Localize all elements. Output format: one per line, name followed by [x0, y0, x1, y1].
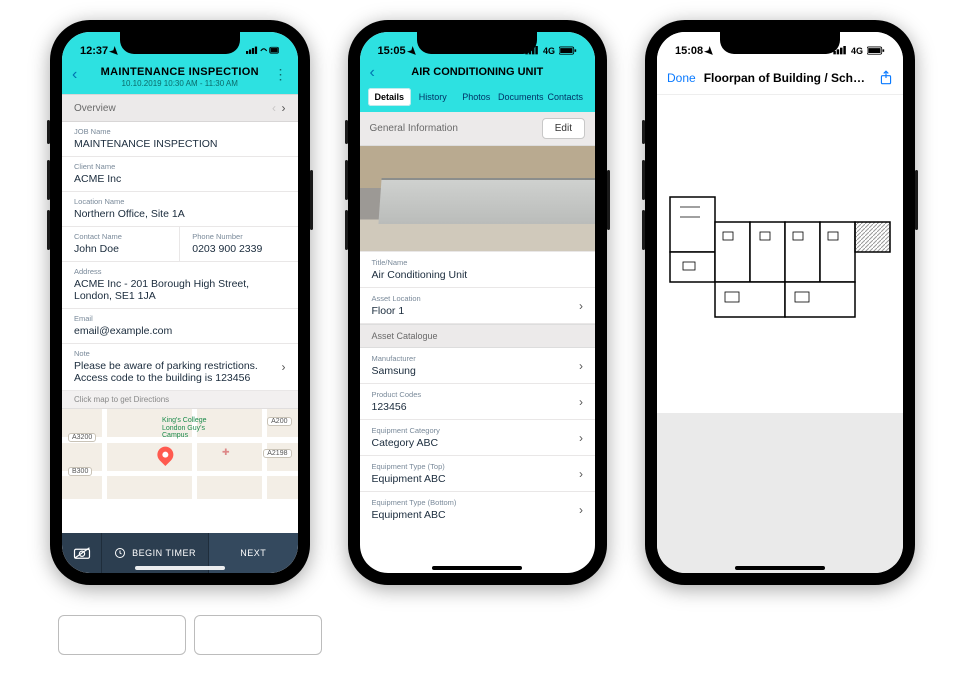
map-pin-icon — [154, 443, 177, 466]
home-indicator[interactable] — [432, 566, 522, 570]
edit-button[interactable]: Edit — [542, 118, 585, 139]
field-equipment-type-bottom[interactable]: Equipment Type (Bottom) Equipment ABC › — [360, 492, 596, 527]
field-job-name: JOB Name MAINTENANCE INSPECTION — [62, 122, 298, 157]
tab-history[interactable]: History — [411, 88, 455, 106]
header-subtitle: 10.10.2019 10:30 AM - 11:30 AM — [62, 79, 298, 88]
floorplan-image — [665, 192, 895, 322]
tab-details[interactable]: Details — [368, 88, 412, 106]
field-location-name: Location Name Northern Office, Site 1A — [62, 192, 298, 227]
map-poi-hospital: ✚ — [222, 447, 230, 458]
map-preview[interactable]: A3200 B300 A200 A2198 King's College Lon… — [62, 409, 298, 499]
phone-asset-detail: 15:05➤ 4G ‹ AIR CONDITIONING UNIT Detail… — [348, 20, 608, 585]
field-title-name: Title/Name Air Conditioning Unit — [360, 251, 596, 288]
more-menu-icon[interactable]: ⋮ — [274, 66, 288, 83]
tab-documents[interactable]: Documents — [498, 88, 544, 106]
chevron-right-icon: › — [579, 299, 583, 313]
section-asset-catalogue: Asset Catalogue — [360, 324, 596, 348]
map-poi-college: King's College London Guy's Campus — [162, 417, 222, 440]
network-label: 4G — [851, 46, 863, 56]
header-title: MAINTENANCE INSPECTION — [62, 66, 298, 78]
share-icon[interactable] — [879, 70, 893, 86]
field-phone-number: Phone Number 0203 900 2339 — [180, 227, 297, 262]
app-store-badge[interactable] — [58, 615, 186, 655]
chevron-right-icon: › — [579, 395, 583, 409]
done-button[interactable]: Done — [667, 71, 696, 85]
general-info-label: General Information — [370, 123, 458, 134]
field-contact-name: Contact Name John Doe — [62, 227, 180, 262]
store-badges — [58, 615, 322, 655]
screen-header: ‹ AIR CONDITIONING UNIT — [360, 64, 596, 84]
next-label: NEXT — [240, 548, 266, 558]
road-tag: A200 — [267, 417, 291, 426]
chevron-right-icon: › — [282, 360, 286, 374]
back-chevron-icon[interactable]: ‹ — [72, 66, 77, 84]
road-tag: B300 — [68, 467, 92, 476]
field-address: Address ACME Inc - 201 Borough High Stre… — [62, 262, 298, 309]
field-equipment-category[interactable]: Equipment Category Category ABC › — [360, 420, 596, 456]
overview-row[interactable]: Overview ‹ › — [62, 94, 298, 122]
header-title: AIR CONDITIONING UNIT — [360, 66, 596, 78]
document-title: Floorpan of Building / Schematic... — [704, 71, 871, 85]
phone-floorplan: 15:08➤ 4G Done Floorpan of Building / Sc… — [645, 20, 915, 585]
home-indicator[interactable] — [735, 566, 825, 570]
status-time: 15:05 — [378, 45, 406, 57]
screen-header: ‹ MAINTENANCE INSPECTION 10.10.2019 10:3… — [62, 64, 298, 94]
chevron-right-icon: › — [282, 101, 286, 115]
field-note[interactable]: Note Please be aware of parking restrict… — [62, 344, 298, 391]
document-tray — [657, 413, 903, 573]
location-services-icon: ➤ — [702, 43, 718, 59]
road-tag: A2198 — [263, 449, 291, 458]
field-asset-location[interactable]: Asset Location Floor 1 › — [360, 288, 596, 324]
camera-disabled-button[interactable] — [62, 533, 102, 573]
status-indicators — [246, 46, 280, 56]
begin-timer-label: BEGIN TIMER — [132, 548, 196, 558]
field-manufacturer[interactable]: Manufacturer Samsung › — [360, 348, 596, 384]
chevron-right-icon: › — [579, 359, 583, 373]
tab-photos[interactable]: Photos — [455, 88, 499, 106]
field-client-name: Client Name ACME Inc — [62, 157, 298, 192]
home-indicator[interactable] — [135, 566, 225, 570]
back-chevron-icon[interactable]: ‹ — [370, 64, 375, 82]
chevron-right-icon: › — [579, 503, 583, 517]
overview-label: Overview — [74, 103, 116, 114]
chevron-left-icon: ‹ — [272, 101, 276, 115]
field-product-codes[interactable]: Product Codes 123456 › — [360, 384, 596, 420]
status-time: 15:08 — [675, 45, 703, 57]
general-info-row: General Information Edit — [360, 112, 596, 146]
road-tag: A3200 — [68, 433, 96, 442]
tab-bar: Details History Photos Documents Contact… — [360, 84, 596, 112]
field-email: Email email@example.com — [62, 309, 298, 344]
document-header: Done Floorpan of Building / Schematic... — [657, 64, 903, 95]
chevron-right-icon: › — [579, 431, 583, 445]
network-label: 4G — [543, 46, 555, 56]
phone-maintenance: 12:37➤ ‹ MAINTENANCE INSPECTION 10.10.20… — [50, 20, 310, 585]
tab-contacts[interactable]: Contacts — [544, 88, 588, 106]
floorplan-viewer[interactable] — [657, 182, 903, 332]
status-indicators: 4G — [833, 46, 885, 56]
asset-photo[interactable] — [360, 146, 596, 251]
google-play-badge[interactable] — [194, 615, 322, 655]
chevron-right-icon: › — [579, 467, 583, 481]
map-hint: Click map to get Directions — [62, 391, 298, 409]
status-time: 12:37 — [80, 45, 108, 57]
field-equipment-type-top[interactable]: Equipment Type (Top) Equipment ABC › — [360, 456, 596, 492]
